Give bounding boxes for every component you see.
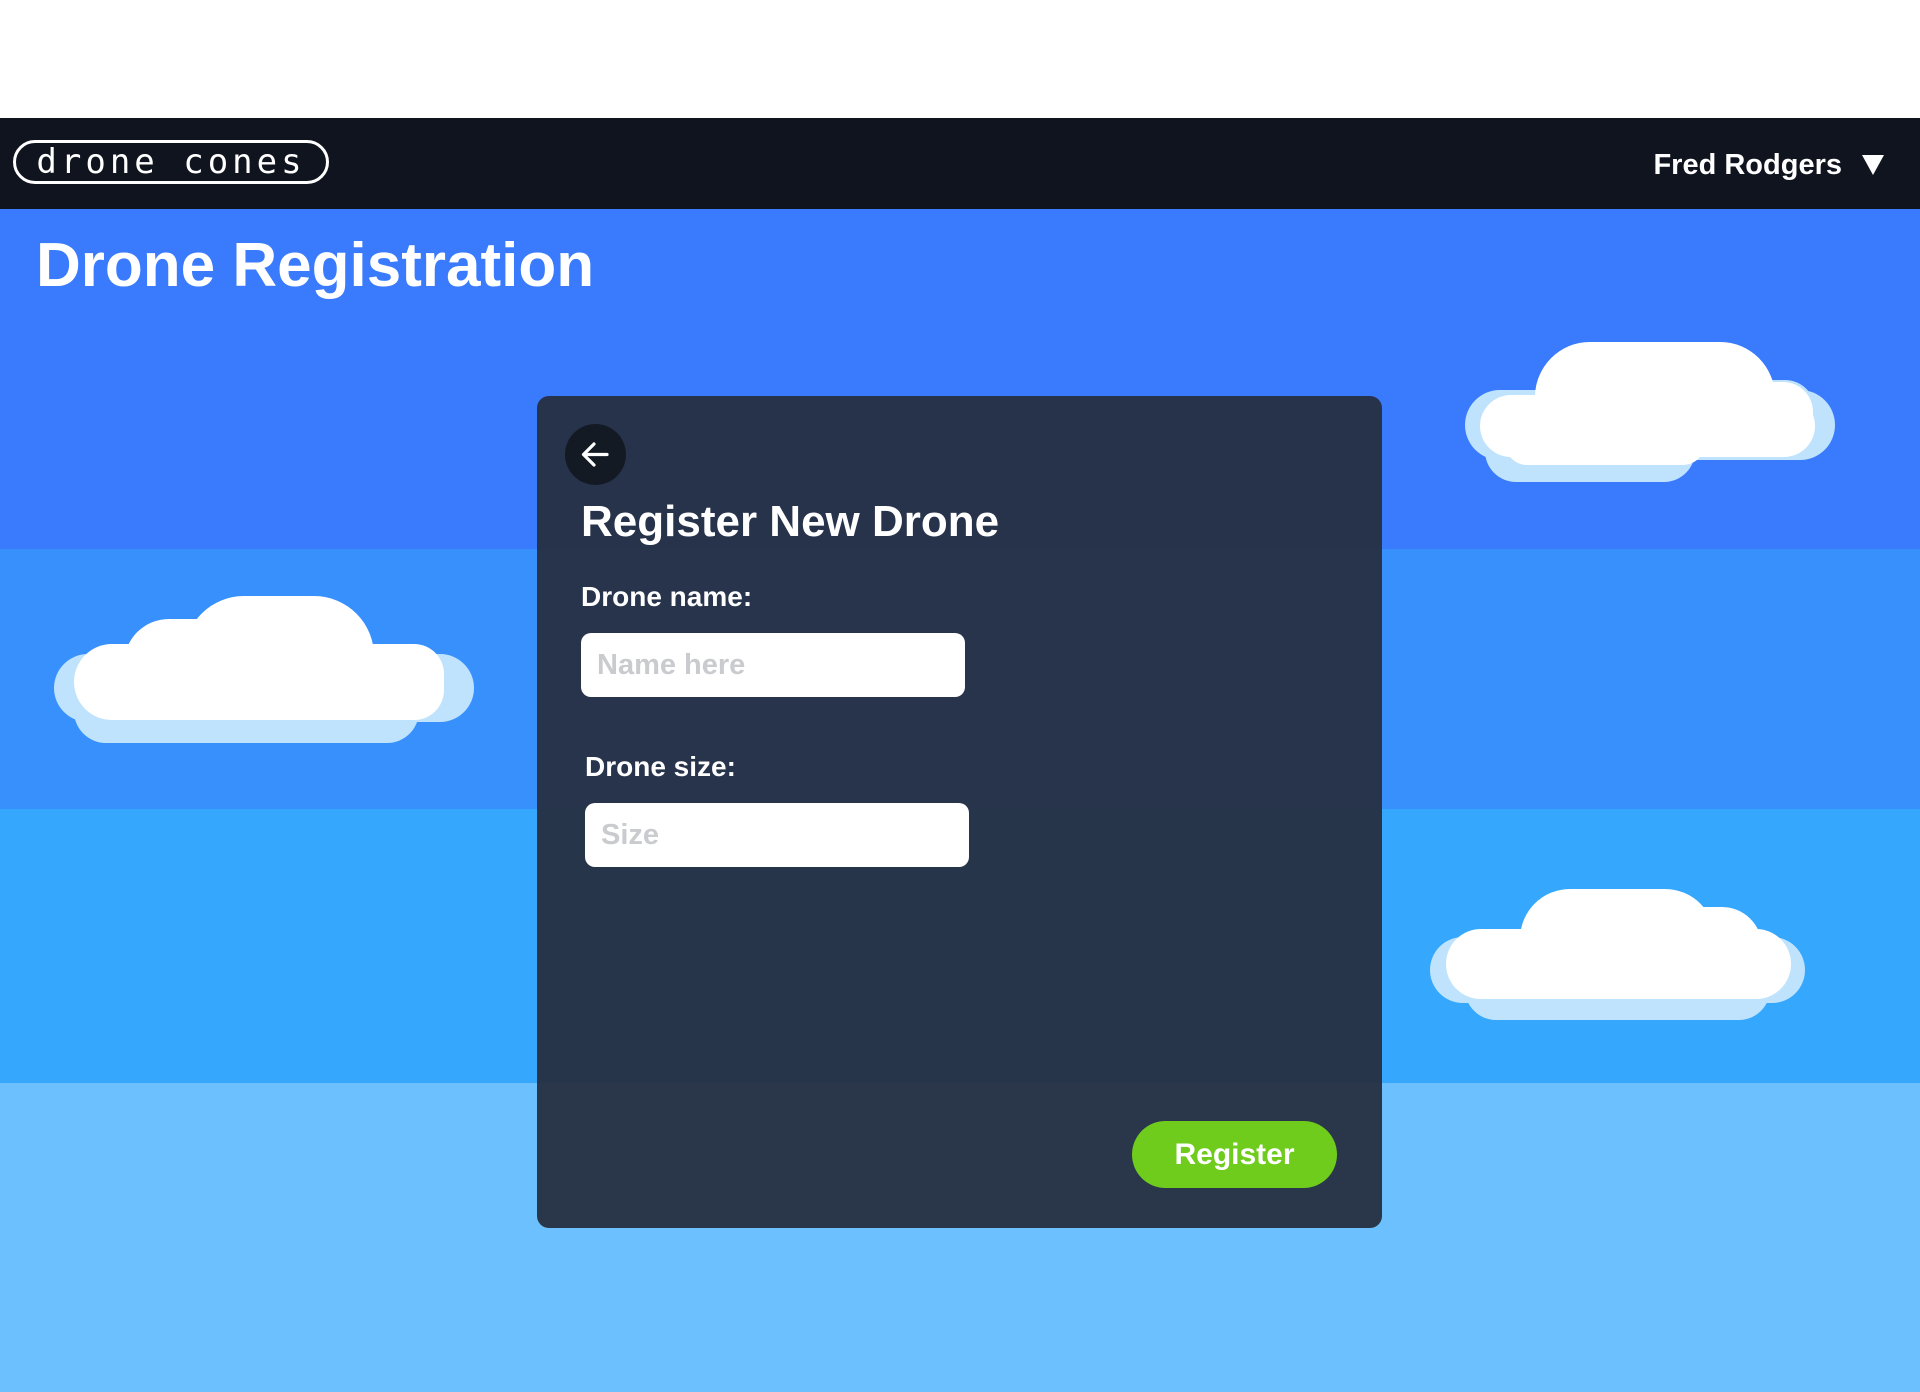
cloud-illustration (1430, 887, 1810, 1022)
register-button[interactable]: Register (1132, 1121, 1337, 1188)
form-title: Register New Drone (581, 497, 1000, 546)
drone-name-input[interactable] (581, 633, 965, 697)
top-navbar: drone cones Fred Rodgers (0, 118, 1920, 209)
cloud-illustration (54, 594, 474, 749)
back-button[interactable] (565, 424, 626, 485)
register-drone-card: Register New Drone Drone name: Drone siz… (537, 396, 1382, 1228)
cloud-illustration (1465, 340, 1835, 485)
drone-size-label: Drone size: (585, 751, 736, 782)
caret-down-icon[interactable] (1862, 155, 1884, 175)
user-menu[interactable]: Fred Rodgers (1653, 148, 1884, 182)
drone-size-input[interactable] (585, 803, 969, 867)
arrow-left-icon[interactable] (579, 438, 612, 471)
page-title: Drone Registration (36, 231, 595, 300)
drone-name-label: Drone name: (581, 581, 753, 612)
user-name[interactable]: Fred Rodgers (1653, 148, 1842, 182)
top-margin (0, 0, 1920, 118)
brand-logo[interactable]: drone cones (13, 140, 329, 184)
